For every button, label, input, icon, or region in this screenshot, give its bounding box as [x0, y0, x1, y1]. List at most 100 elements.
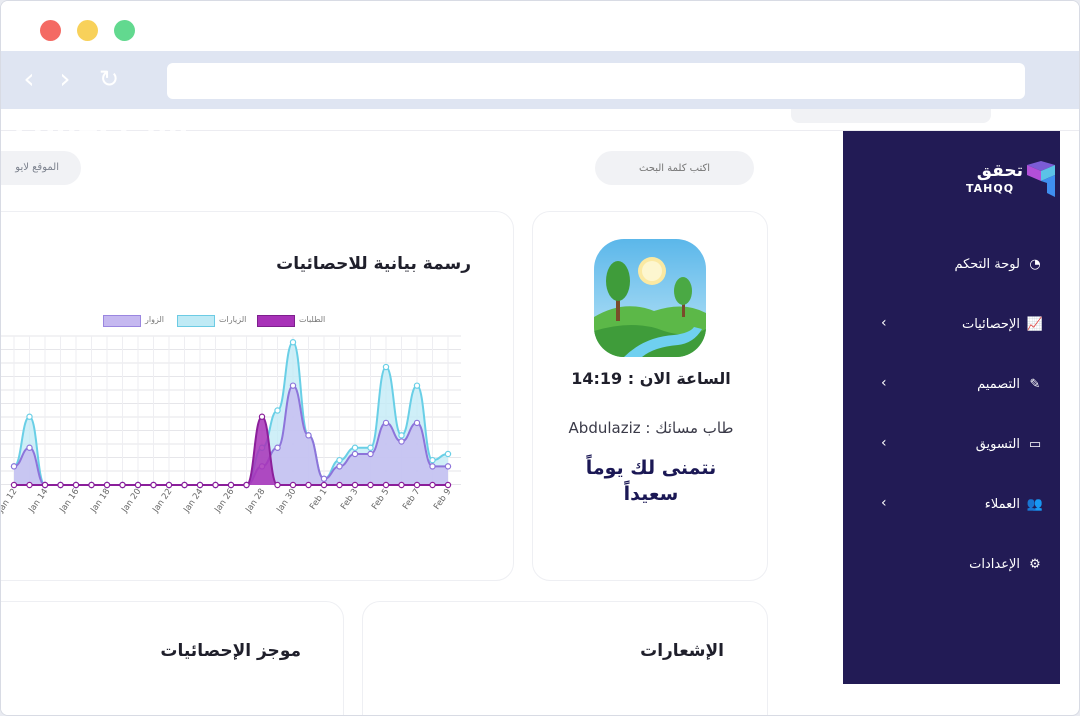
sidebar-item-customers[interactable]: 👥 العملاء › [861, 491, 1046, 521]
data-point [336, 481, 343, 489]
data-point [227, 481, 235, 489]
x-tick-label: Jan 22 [150, 487, 174, 515]
sidebar-item-marketing[interactable]: ▭ التسويق › [861, 431, 1046, 461]
maximize-window-button[interactable] [114, 20, 135, 41]
data-point [413, 481, 421, 489]
minimize-window-button[interactable] [77, 20, 98, 41]
data-point [103, 481, 111, 489]
data-point [88, 481, 95, 489]
sidebar-item-dashboard[interactable]: ◔ لوحة التحكم [861, 251, 1046, 281]
browser-window: ‹ › ↻ collect.im تحقق TAHQQ ◔ لوحة التحك… [0, 0, 1080, 716]
data-point [26, 481, 33, 489]
data-point [305, 432, 312, 439]
x-tick-label: Jan 28 [243, 487, 267, 515]
logo-icon [1027, 161, 1055, 197]
sidebar-item-label: لوحة التحكم [954, 257, 1020, 272]
data-point [212, 481, 219, 489]
data-point [367, 444, 374, 451]
x-tick-label: Jan 24 [181, 487, 205, 515]
x-tick-label: Jan 30 [274, 487, 298, 515]
data-point [274, 407, 281, 414]
x-tick-label: Jan 12 [1, 487, 19, 515]
greeting: طاب مسائك : Abdulaziz [568, 419, 734, 437]
data-point [243, 481, 250, 489]
sidebar-item-settings[interactable]: ⚙ الإعدادات [861, 551, 1046, 581]
sidebar-item-label: الإعدادات [969, 557, 1020, 572]
data-point [413, 382, 421, 389]
wish-message: نتمنى لك يوماً سعيداً [585, 457, 717, 505]
data-point [196, 481, 204, 489]
close-window-button[interactable] [40, 20, 61, 41]
data-point [289, 382, 297, 389]
data-point [181, 481, 188, 489]
sidebar-item-design[interactable]: ✎ التصميم › [861, 371, 1046, 401]
x-tick-label: Feb 3 [339, 487, 360, 512]
chart-legend: الزوار الزيارات الطلبات [103, 314, 343, 330]
x-tick-label: Feb 5 [370, 487, 391, 512]
logo-subtitle: TAHQQ [966, 182, 1015, 195]
legend-swatch [257, 315, 295, 327]
current-time: الساعة الان : 14:19 [571, 369, 731, 388]
data-point [72, 481, 80, 489]
data-point [150, 481, 157, 489]
chart-icon: 📈 [1026, 317, 1044, 332]
x-tick-label: Jan 20 [119, 487, 143, 515]
data-point [413, 419, 421, 427]
watermark: collect.im [15, 111, 190, 146]
data-point [57, 481, 64, 489]
data-point [398, 432, 405, 439]
search-input[interactable] [595, 151, 754, 185]
data-point [382, 419, 390, 427]
address-bar[interactable] [167, 63, 1025, 99]
summary-title: موجز الإحصائيات [160, 641, 301, 661]
data-point [398, 481, 405, 489]
chevron-right-icon: › [881, 315, 887, 331]
data-point [119, 481, 126, 489]
brush-icon: ✎ [1029, 377, 1041, 392]
data-point [26, 444, 33, 451]
data-point [41, 481, 49, 489]
data-point [165, 481, 173, 489]
avatar [594, 239, 706, 357]
sidebar-item-label: التصميم [977, 377, 1020, 392]
visit-site-button[interactable]: الموقع لايو [1, 151, 81, 185]
x-tick-label: Feb 7 [401, 487, 422, 512]
data-point [305, 481, 312, 489]
data-point [274, 481, 281, 489]
data-point [351, 444, 359, 451]
data-point [26, 413, 33, 420]
data-point [320, 481, 328, 489]
x-tick-label: Jan 14 [26, 487, 50, 515]
legend-label: الزوار [145, 315, 165, 324]
logo-text: تحقق [976, 161, 1023, 181]
sidebar-item-label: التسويق [975, 437, 1020, 452]
chevron-left-icon[interactable]: ‹ [13, 63, 45, 95]
x-tick-label: Feb 9 [432, 487, 453, 512]
chevron-right-icon: › [881, 495, 887, 511]
data-point [429, 463, 436, 470]
data-point [274, 444, 281, 451]
x-tick-label: Feb 1 [308, 487, 329, 512]
stats-chart: Jan 12 Jan 14 Jan 16 Jan 18 Jan 20 Jan 22 Jan … [1, 335, 461, 515]
chevron-right-icon: › [881, 375, 887, 391]
data-point [444, 463, 452, 470]
legend-label: الطلبات [299, 315, 326, 324]
chevron-right-icon[interactable]: › [49, 63, 81, 95]
top-strip-pill [791, 109, 991, 123]
data-point [398, 438, 405, 445]
data-point [289, 481, 297, 489]
chart-title: رسمة بيانية للاحصائيات [276, 254, 471, 274]
reload-icon[interactable]: ↻ [93, 63, 125, 95]
sidebar-item-label: العملاء [984, 497, 1020, 512]
sidebar-item-label: الإحصائيات [961, 317, 1020, 332]
data-point [429, 456, 436, 464]
dashboard-icon: ◔ [1029, 257, 1041, 272]
x-tick-label: Jan 18 [88, 487, 112, 515]
sidebar-item-statistics[interactable]: 📈 الإحصائيات › [861, 311, 1046, 341]
data-point [444, 450, 452, 458]
logo[interactable]: تحقق TAHQQ [963, 161, 1063, 201]
data-point [336, 463, 343, 470]
legend-swatch [177, 315, 215, 327]
data-point [367, 481, 374, 489]
data-point [429, 481, 436, 489]
